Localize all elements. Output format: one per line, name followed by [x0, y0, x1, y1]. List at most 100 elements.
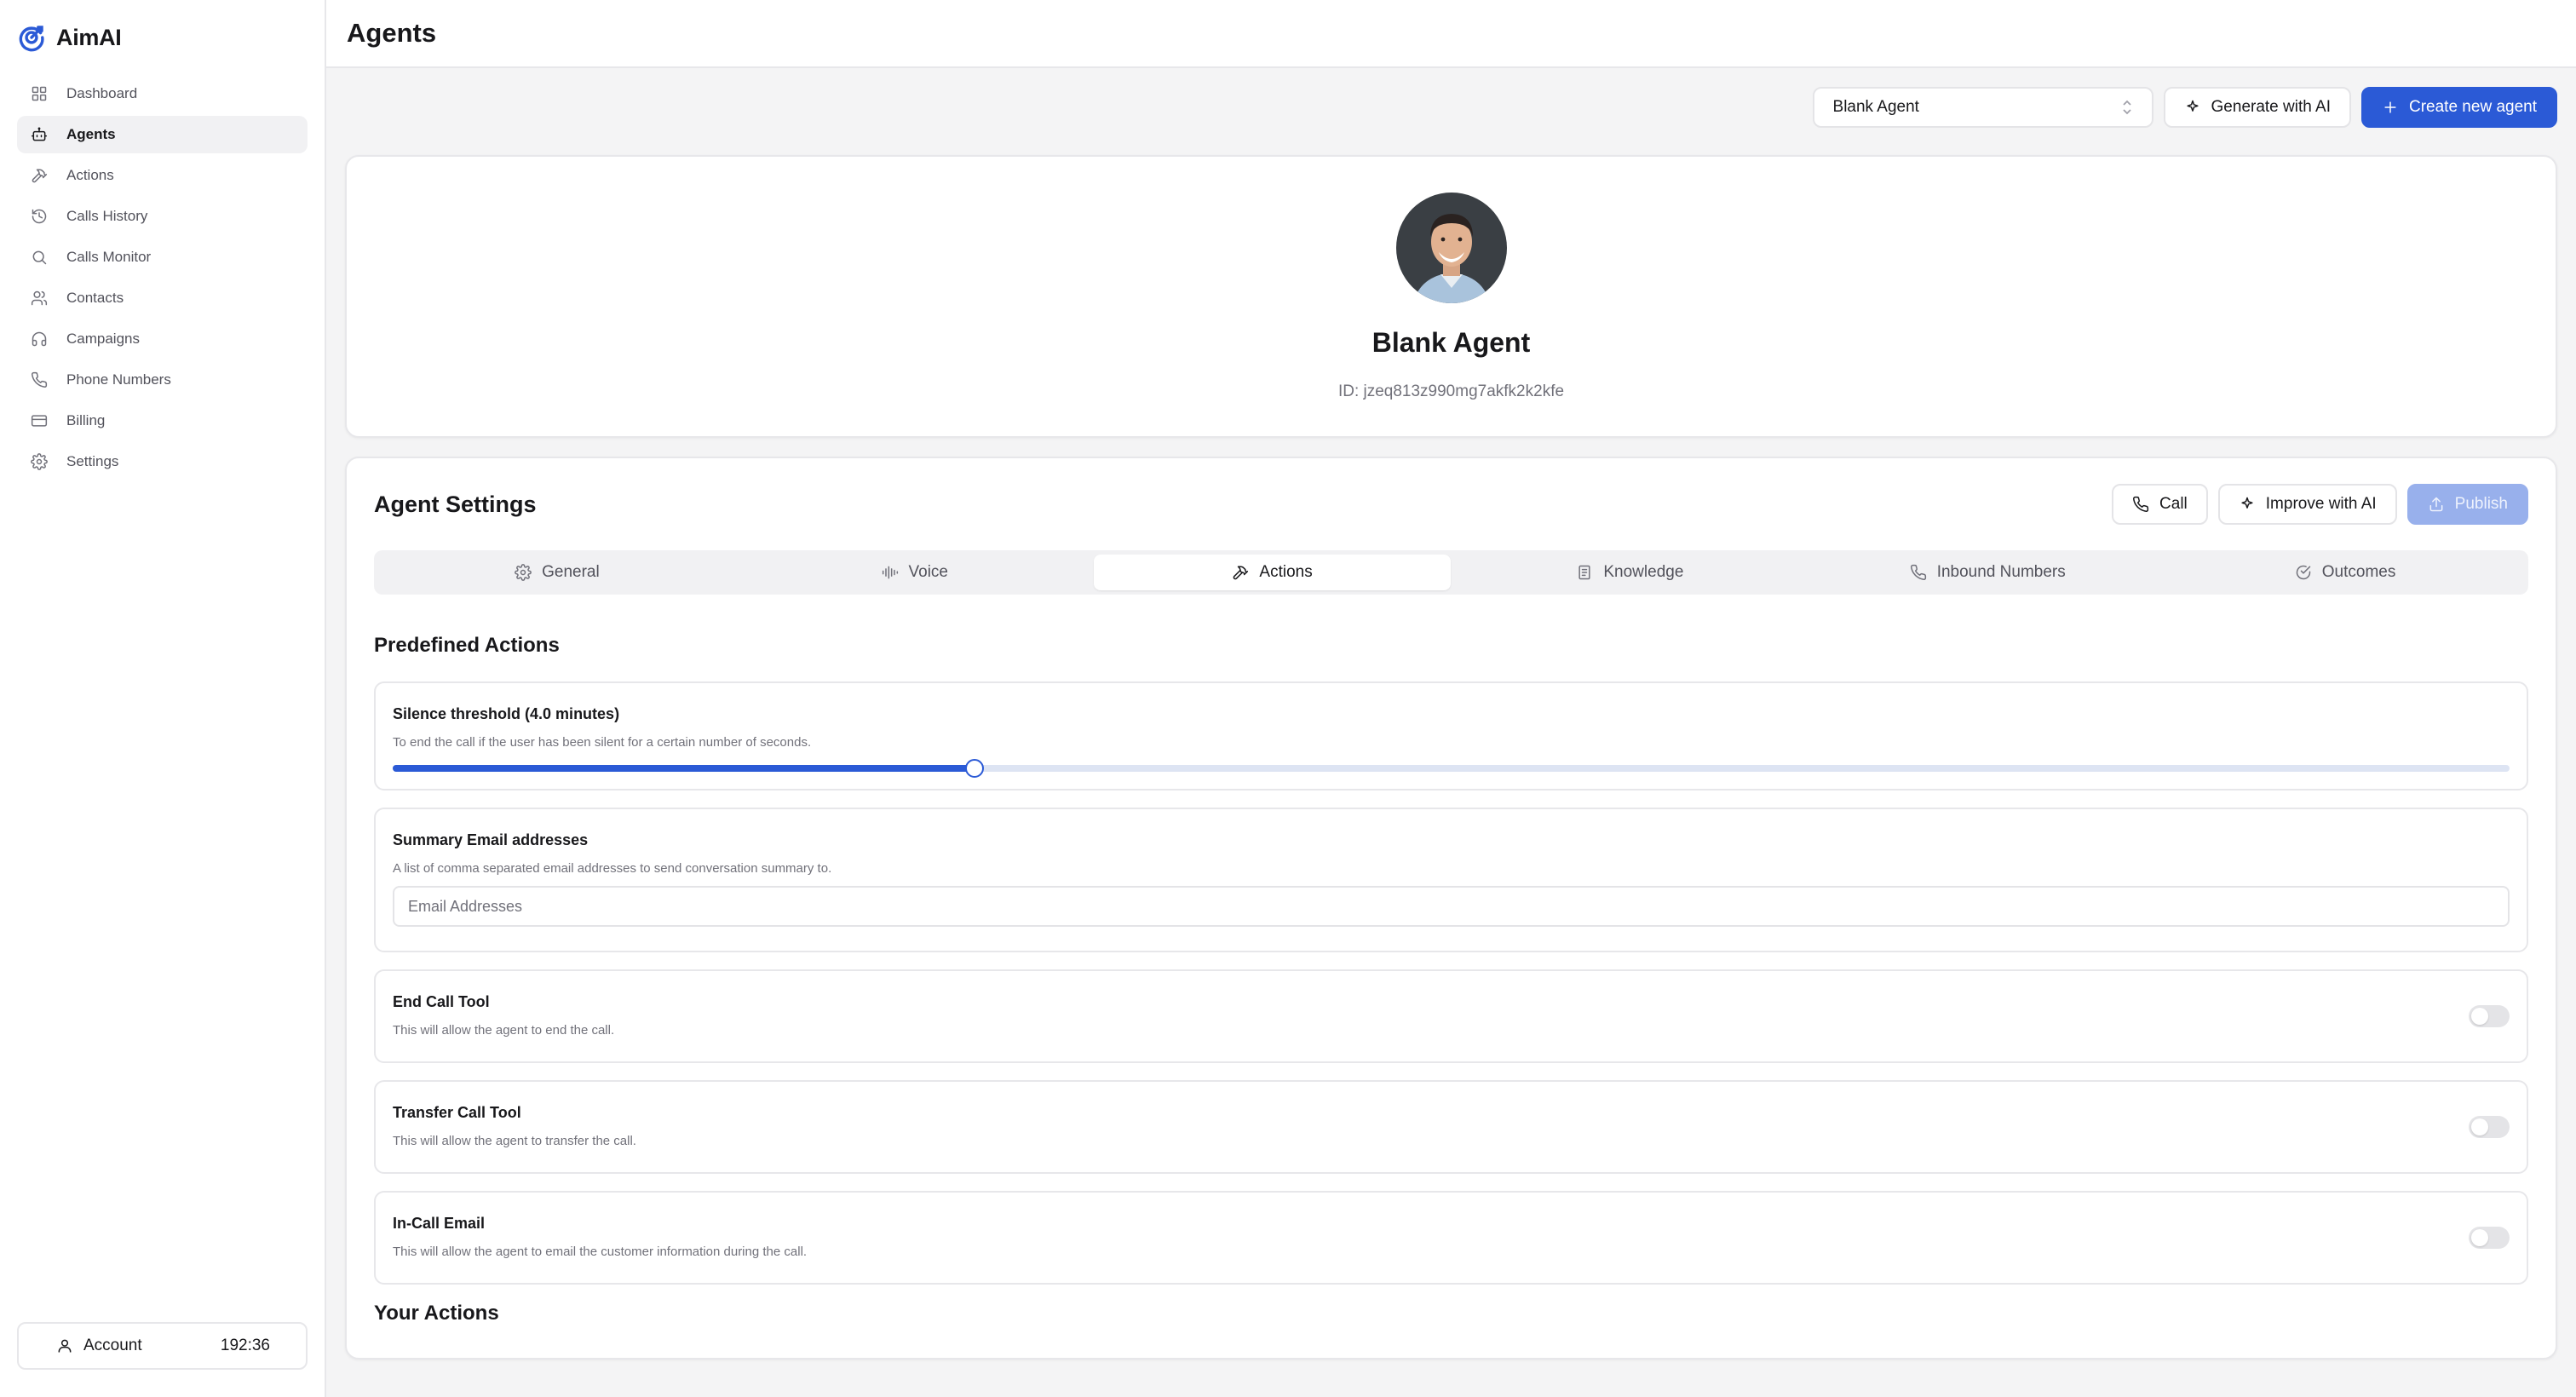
page-title: Agents	[347, 18, 437, 48]
improve-with-ai-button[interactable]: Improve with AI	[2217, 484, 2397, 525]
in-call-email-title: In-Call Email	[393, 1215, 486, 1232]
publish-label: Publish	[2454, 495, 2508, 513]
sidebar-item-dashboard[interactable]: Dashboard	[17, 75, 308, 112]
sidebar-item-contacts[interactable]: Contacts	[17, 279, 308, 317]
tab-label: Voice	[908, 563, 948, 581]
phone-icon	[1910, 564, 1926, 580]
grid-icon	[32, 86, 47, 101]
plus-icon	[2384, 101, 2396, 113]
sidebar-item-label: Actions	[66, 167, 114, 183]
transfer-call-tool-toggle[interactable]	[2469, 1116, 2510, 1138]
tab-label: Knowledge	[1603, 563, 1684, 581]
brand-name: AimAI	[56, 24, 122, 50]
agent-avatar	[1395, 193, 1507, 303]
generate-with-ai-button[interactable]: Generate with AI	[2163, 87, 2351, 128]
tab-label: Inbound Numbers	[1936, 563, 2066, 581]
account-button[interactable]: Account 192:36	[17, 1322, 308, 1370]
email-addresses-input[interactable]	[393, 886, 2510, 927]
end-call-tool-title: End Call Tool	[393, 993, 490, 1010]
gear-icon	[515, 564, 532, 581]
sidebar-item-agents[interactable]: Agents	[17, 116, 308, 153]
sidebar-item-billing[interactable]: Billing	[17, 402, 308, 440]
tab-label: Outcomes	[2321, 563, 2396, 581]
settings-actions: Call Improve with AI Publish	[2112, 484, 2528, 525]
agent-select-value: Blank Agent	[1832, 98, 1919, 116]
sidebar-item-calls-history[interactable]: Calls History	[17, 198, 308, 235]
search-icon	[32, 250, 47, 265]
agent-name: Blank Agent	[1371, 327, 1531, 358]
hammer-icon	[1233, 566, 1249, 580]
end-call-tool-block: End Call Tool This will allow the agent …	[374, 969, 2528, 1063]
silence-threshold-desc: To end the call if the user has been sil…	[393, 735, 812, 750]
phone-icon	[2133, 496, 2149, 512]
phone-icon	[32, 371, 48, 388]
sidebar-item-label: Calls History	[66, 208, 148, 224]
tab-outcomes[interactable]: Outcomes	[2166, 555, 2524, 590]
check-circle-icon	[2296, 565, 2310, 580]
sidebar-item-calls-monitor[interactable]: Calls Monitor	[17, 239, 308, 276]
sidebar-item-label: Calls Monitor	[66, 249, 152, 265]
account-label: Account	[83, 1337, 142, 1354]
summary-email-desc: A list of comma separated email addresse…	[393, 861, 832, 876]
toggle-knob	[2471, 1118, 2488, 1135]
improve-with-ai-label: Improve with AI	[2265, 495, 2377, 513]
book-icon	[1578, 565, 1590, 580]
silence-threshold-title: Silence threshold (4.0 minutes)	[393, 705, 620, 722]
create-new-agent-label: Create new agent	[2409, 98, 2537, 116]
credit-card-icon	[31, 415, 48, 427]
sidebar-item-campaigns[interactable]: Campaigns	[17, 320, 308, 358]
topbar: Agents	[326, 0, 2576, 68]
sidebar: AimAI Dashboard Agents Actions Calls His…	[0, 0, 326, 1397]
sidebar-item-label: Settings	[66, 453, 119, 469]
sidebar-item-settings[interactable]: Settings	[17, 443, 308, 480]
end-call-tool-desc: This will allow the agent to end the cal…	[393, 1023, 615, 1038]
tab-general[interactable]: General	[378, 555, 736, 590]
toolbar: Blank Agent Generate with AI Create new …	[326, 68, 2576, 155]
sparkle-icon	[2241, 497, 2253, 509]
tab-label: Actions	[1259, 563, 1313, 581]
sidebar-item-label: Contacts	[66, 290, 124, 306]
users-icon	[31, 290, 48, 306]
brand[interactable]: AimAI	[0, 0, 325, 75]
chevrons-up-down-icon	[2122, 100, 2131, 115]
in-call-email-desc: This will allow the agent to email the c…	[393, 1245, 808, 1259]
in-call-email-toggle[interactable]	[2469, 1227, 2510, 1249]
end-call-tool-toggle[interactable]	[2469, 1005, 2510, 1027]
sidebar-item-actions[interactable]: Actions	[17, 157, 308, 194]
slider-thumb[interactable]	[965, 759, 985, 778]
summary-email-block: Summary Email addresses A list of comma …	[374, 808, 2528, 952]
tab-label: General	[542, 563, 600, 581]
sidebar-nav: Dashboard Agents Actions Calls History C…	[0, 75, 325, 480]
publish-button[interactable]: Publish	[2406, 484, 2528, 525]
tab-actions[interactable]: Actions	[1093, 555, 1452, 590]
audio-wave-icon	[882, 566, 898, 579]
agent-select[interactable]: Blank Agent	[1812, 87, 2153, 128]
tab-inbound-numbers[interactable]: Inbound Numbers	[1808, 555, 2166, 590]
account-balance: 192:36	[220, 1337, 270, 1354]
account-label-group: Account	[56, 1337, 142, 1355]
sidebar-item-label: Billing	[66, 412, 106, 428]
transfer-call-tool-block: Transfer Call Tool This will allow the a…	[374, 1080, 2528, 1174]
sidebar-item-phone-numbers[interactable]: Phone Numbers	[17, 361, 308, 399]
bot-icon	[31, 127, 48, 141]
create-new-agent-button[interactable]: Create new agent	[2361, 87, 2557, 128]
silence-threshold-block: Silence threshold (4.0 minutes) To end t…	[374, 681, 2528, 790]
transfer-call-tool-desc: This will allow the agent to transfer th…	[393, 1134, 636, 1148]
gear-icon	[31, 453, 48, 470]
silence-threshold-slider[interactable]	[393, 759, 2510, 778]
toggle-knob	[2471, 1008, 2488, 1025]
in-call-email-block: In-Call Email This will allow the agent …	[374, 1191, 2528, 1285]
sidebar-item-label: Phone Numbers	[66, 371, 171, 388]
history-icon	[32, 209, 47, 224]
agent-id: ID: jzeq813z990mg7akfk2k2kfe	[1337, 382, 1565, 400]
tab-knowledge[interactable]: Knowledge	[1451, 555, 1808, 590]
agent-settings-card: Agent Settings Call Improve with AI Publ…	[345, 457, 2557, 1360]
your-actions-title: Your Actions	[374, 1302, 499, 1325]
call-button[interactable]: Call	[2112, 484, 2208, 525]
settings-tabs: General Voice Actions Knowledge Inbound …	[374, 550, 2528, 595]
toggle-knob	[2471, 1229, 2488, 1246]
tab-voice[interactable]: Voice	[736, 555, 1094, 590]
sidebar-item-label: Campaigns	[66, 331, 140, 347]
user-icon	[58, 1339, 72, 1353]
summary-email-title: Summary Email addresses	[393, 831, 589, 848]
